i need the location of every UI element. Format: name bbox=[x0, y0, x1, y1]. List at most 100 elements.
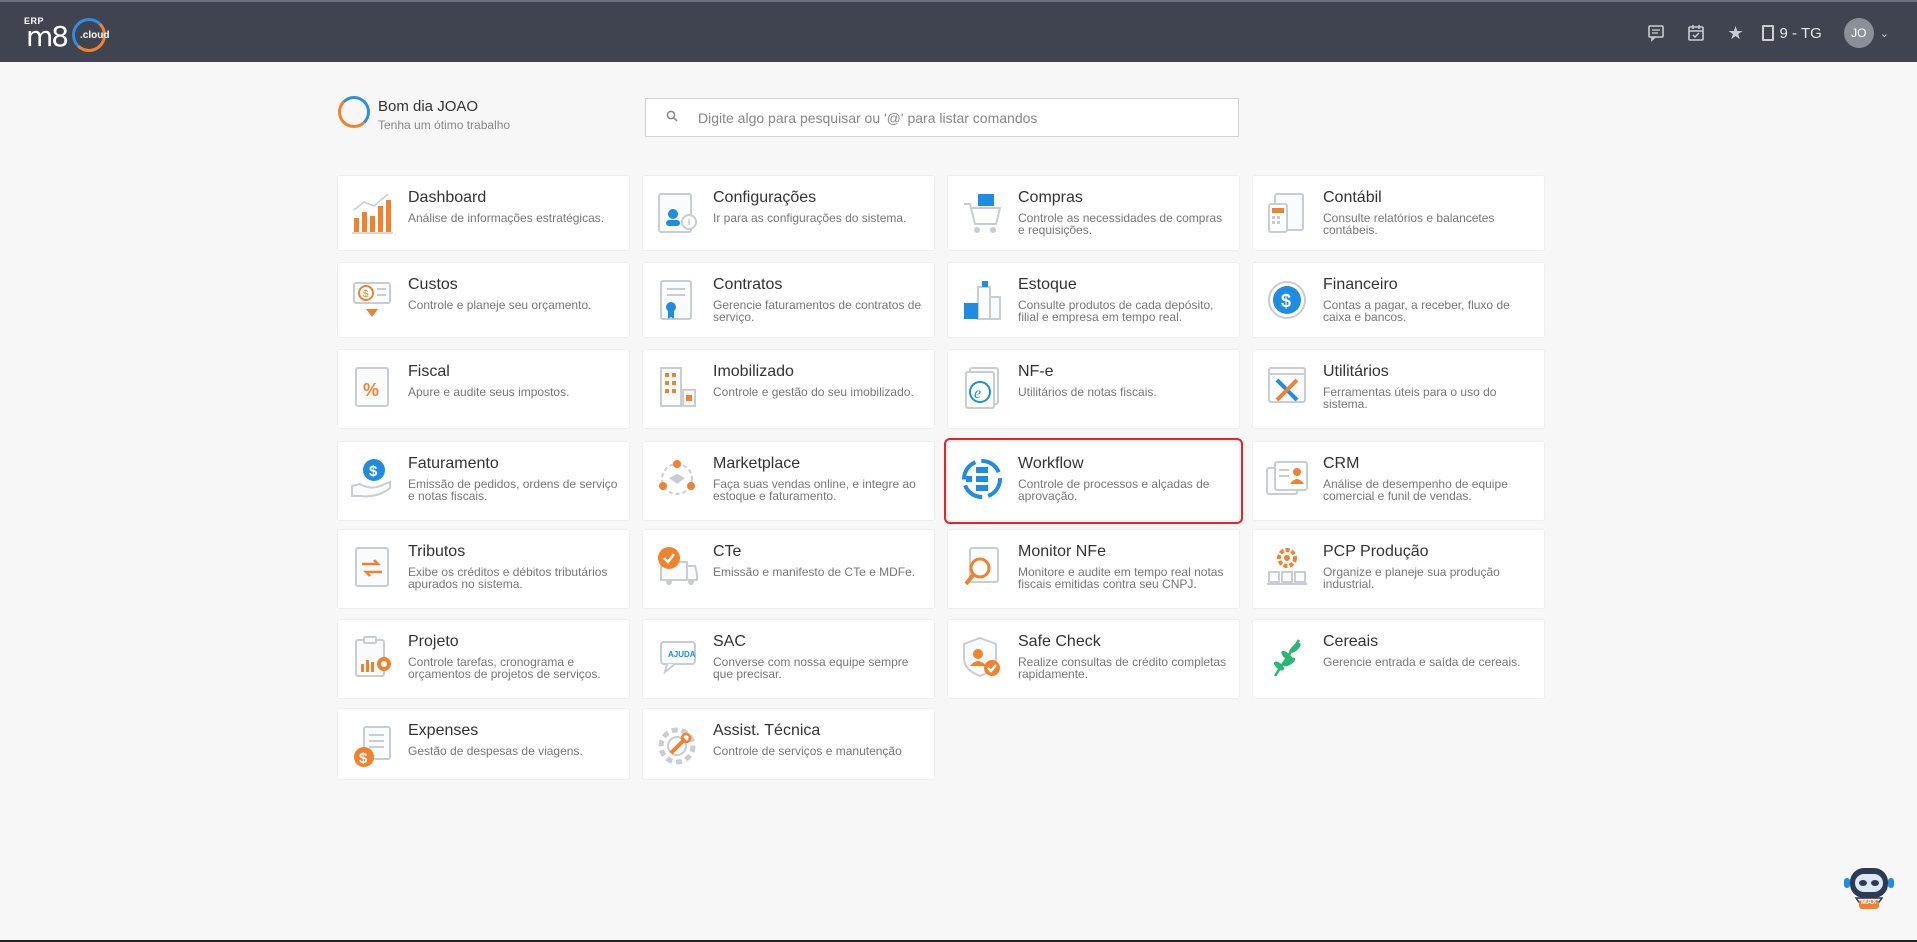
module-card-pcp-produ-o[interactable]: PCP Produção Organize e planeje sua produ… bbox=[1253, 530, 1544, 608]
module-description: Ir para as configurações do sistema. bbox=[713, 211, 907, 225]
module-description: Consulte relatórios e balancetes contábe… bbox=[1323, 211, 1495, 237]
module-card-monitor-nfe[interactable]: Monitor NFe Monitore e audite em tempo re… bbox=[948, 530, 1239, 608]
costs-icon: $ bbox=[350, 277, 394, 323]
assistant-robot-icon[interactable]: MAX bbox=[1840, 864, 1898, 920]
module-card-crm[interactable]: CRM Análise de desempenho de equipe comer… bbox=[1253, 442, 1544, 520]
greeting-logo-icon bbox=[338, 94, 372, 132]
module-card-estoque[interactable]: Estoque Consulte produtos de cada depósit… bbox=[948, 263, 1239, 337]
billing-icon: $ bbox=[350, 456, 394, 502]
crm-icon bbox=[1265, 456, 1309, 502]
module-description: Ferramentas úteis para o uso do sistema. bbox=[1323, 385, 1497, 411]
module-card-imobilizado[interactable]: Imobilizado Controle e gestão do seu imob… bbox=[643, 350, 934, 428]
module-title: Assist. Técnica bbox=[713, 722, 821, 739]
production-icon bbox=[1265, 544, 1309, 590]
svg-text:$: $ bbox=[363, 289, 369, 300]
module-card-nf-e[interactable]: e NF-e Utilitários de notas fiscais. bbox=[948, 350, 1239, 428]
module-card-projeto[interactable]: Projeto Controle tarefas, cronograma e or… bbox=[338, 620, 629, 698]
module-title: Contratos bbox=[713, 276, 783, 293]
module-card-financeiro[interactable]: $ Financeiro Contas a pagar, a receber, fl… bbox=[1253, 263, 1544, 337]
module-card-cereais[interactable]: Cereais Gerencie entrada e saída de cerea… bbox=[1253, 620, 1544, 698]
stock-icon bbox=[960, 277, 1004, 323]
module-description: Monitore e audite em tempo real notas fi… bbox=[1018, 565, 1224, 591]
module-card-dashboard[interactable]: Dashboard Análise de informações estratég… bbox=[338, 176, 629, 250]
module-card-safe-check[interactable]: Safe Check Realize consultas de crédito c… bbox=[948, 620, 1239, 698]
module-description: Contas a pagar, a receber, fluxo de caix… bbox=[1323, 298, 1510, 324]
module-title: PCP Produção bbox=[1323, 543, 1429, 560]
module-card-configura-es[interactable]: Configurações Ir para as configurações do… bbox=[643, 176, 934, 250]
module-card-marketplace[interactable]: Marketplace Faça suas vendas online, e in… bbox=[643, 442, 934, 520]
module-title: Cereais bbox=[1323, 633, 1379, 650]
chevron-down-icon[interactable]: ⌄ bbox=[1880, 27, 1889, 40]
company-selector[interactable]: 9 - TG bbox=[1761, 25, 1822, 42]
module-title: Workflow bbox=[1018, 455, 1084, 472]
module-card-workflow[interactable]: Workflow Controle de processos e alçadas … bbox=[944, 438, 1243, 524]
chat-icon[interactable] bbox=[1636, 13, 1676, 53]
module-card-sac[interactable]: AJUDA SAC Converse com nossa equipe sempre… bbox=[643, 620, 934, 698]
tools-icon bbox=[1265, 364, 1309, 410]
module-title: Fiscal bbox=[408, 363, 450, 380]
chart-icon bbox=[350, 190, 394, 236]
module-title: Faturamento bbox=[408, 455, 499, 472]
module-card-contratos[interactable]: Contratos Gerencie faturamentos de contra… bbox=[643, 263, 934, 337]
nfe-icon: e bbox=[960, 364, 1004, 410]
module-card-fiscal[interactable]: % Fiscal Apure e audite seus impostos. bbox=[338, 350, 629, 428]
marketplace-icon bbox=[655, 456, 699, 502]
plant-icon bbox=[1265, 634, 1309, 680]
module-title: Imobilizado bbox=[713, 363, 794, 380]
support-icon: AJUDA bbox=[655, 634, 699, 680]
project-icon bbox=[350, 634, 394, 680]
calendar-icon[interactable] bbox=[1676, 13, 1716, 53]
module-title: Expenses bbox=[408, 722, 479, 739]
support-icon-label: AJUDA bbox=[668, 650, 696, 659]
module-title: NF-e bbox=[1018, 363, 1054, 380]
svg-text:$: $ bbox=[369, 463, 378, 480]
module-description: Emissão e manifesto de CTe e MDFe. bbox=[713, 565, 916, 579]
module-card-custos[interactable]: $ Custos Controle e planeje seu orçamento. bbox=[338, 263, 629, 337]
module-description: Emissão de pedidos, ordens de serviço e … bbox=[408, 477, 618, 503]
app-logo[interactable]: ERP m8 .cloud bbox=[22, 14, 117, 56]
module-description: Organize e planeje sua produção industri… bbox=[1323, 565, 1500, 591]
module-title: Projeto bbox=[408, 633, 459, 650]
module-card-compras[interactable]: Compras Controle as necessidades de compr… bbox=[948, 176, 1239, 250]
module-description: Faça suas vendas online, e integre ao es… bbox=[713, 477, 916, 503]
module-description: Análise de desempenho de equipe comercia… bbox=[1323, 477, 1508, 503]
module-card-utilit-rios[interactable]: Utilitários Ferramentas úteis para o uso … bbox=[1253, 350, 1544, 428]
wrench-gear-icon bbox=[655, 723, 699, 769]
avatar[interactable]: JO bbox=[1843, 18, 1874, 48]
module-card-assist-t-cnica[interactable]: Assist. Técnica Controle de serviços e ma… bbox=[643, 709, 934, 779]
search-input[interactable] bbox=[698, 109, 1238, 126]
greeting-title: Bom dia JOAO bbox=[378, 98, 479, 115]
svg-text:$: $ bbox=[359, 750, 368, 767]
building-icon bbox=[1761, 25, 1774, 41]
module-title: Safe Check bbox=[1018, 633, 1101, 650]
module-description: Gerencie entrada e saída de cereais. bbox=[1323, 655, 1521, 669]
module-card-tributos[interactable]: Tributos Exibe os créditos e débitos trib… bbox=[338, 530, 629, 608]
module-title: Marketplace bbox=[713, 455, 801, 472]
greeting-subtitle: Tenha um ótimo trabalho bbox=[378, 118, 511, 132]
module-card-cte[interactable]: CTe Emissão e manifesto de CTe e MDFe. bbox=[643, 530, 934, 608]
expenses-icon: $ bbox=[350, 723, 394, 769]
search-box bbox=[645, 98, 1239, 137]
top-bar: ERP m8 .cloud ★ 9 - TG JO ⌄ bbox=[0, 0, 1917, 62]
star-icon[interactable]: ★ bbox=[1716, 13, 1756, 53]
accounting-icon bbox=[1265, 190, 1309, 236]
module-description: Gestão de despesas de viagens. bbox=[408, 744, 583, 758]
svg-text:e: e bbox=[974, 385, 981, 402]
svg-text:%: % bbox=[363, 380, 379, 400]
shield-icon bbox=[960, 634, 1004, 680]
module-title: Estoque bbox=[1018, 276, 1077, 293]
settings-icon bbox=[655, 190, 699, 236]
module-title: Compras bbox=[1018, 189, 1083, 206]
module-description: Realize consultas de crédito completas r… bbox=[1018, 655, 1227, 681]
module-description: Controle de processos e alçadas de aprov… bbox=[1018, 477, 1210, 503]
svg-text:$: $ bbox=[1281, 291, 1291, 311]
module-card-expenses[interactable]: $ Expenses Gestão de despesas de viagens. bbox=[338, 709, 629, 779]
module-description: Controle tarefas, cronograma e orçamento… bbox=[408, 655, 601, 681]
module-title: Monitor NFe bbox=[1018, 543, 1107, 560]
module-title: CRM bbox=[1323, 455, 1360, 472]
module-card-faturamento[interactable]: $ Faturamento Emissão de pedidos, ordens d… bbox=[338, 442, 629, 520]
module-card-cont-bil[interactable]: Contábil Consulte relatórios e balancetes… bbox=[1253, 176, 1544, 250]
module-title: CTe bbox=[713, 543, 742, 560]
module-title: Utilitários bbox=[1323, 363, 1389, 380]
module-title: Tributos bbox=[408, 543, 466, 560]
